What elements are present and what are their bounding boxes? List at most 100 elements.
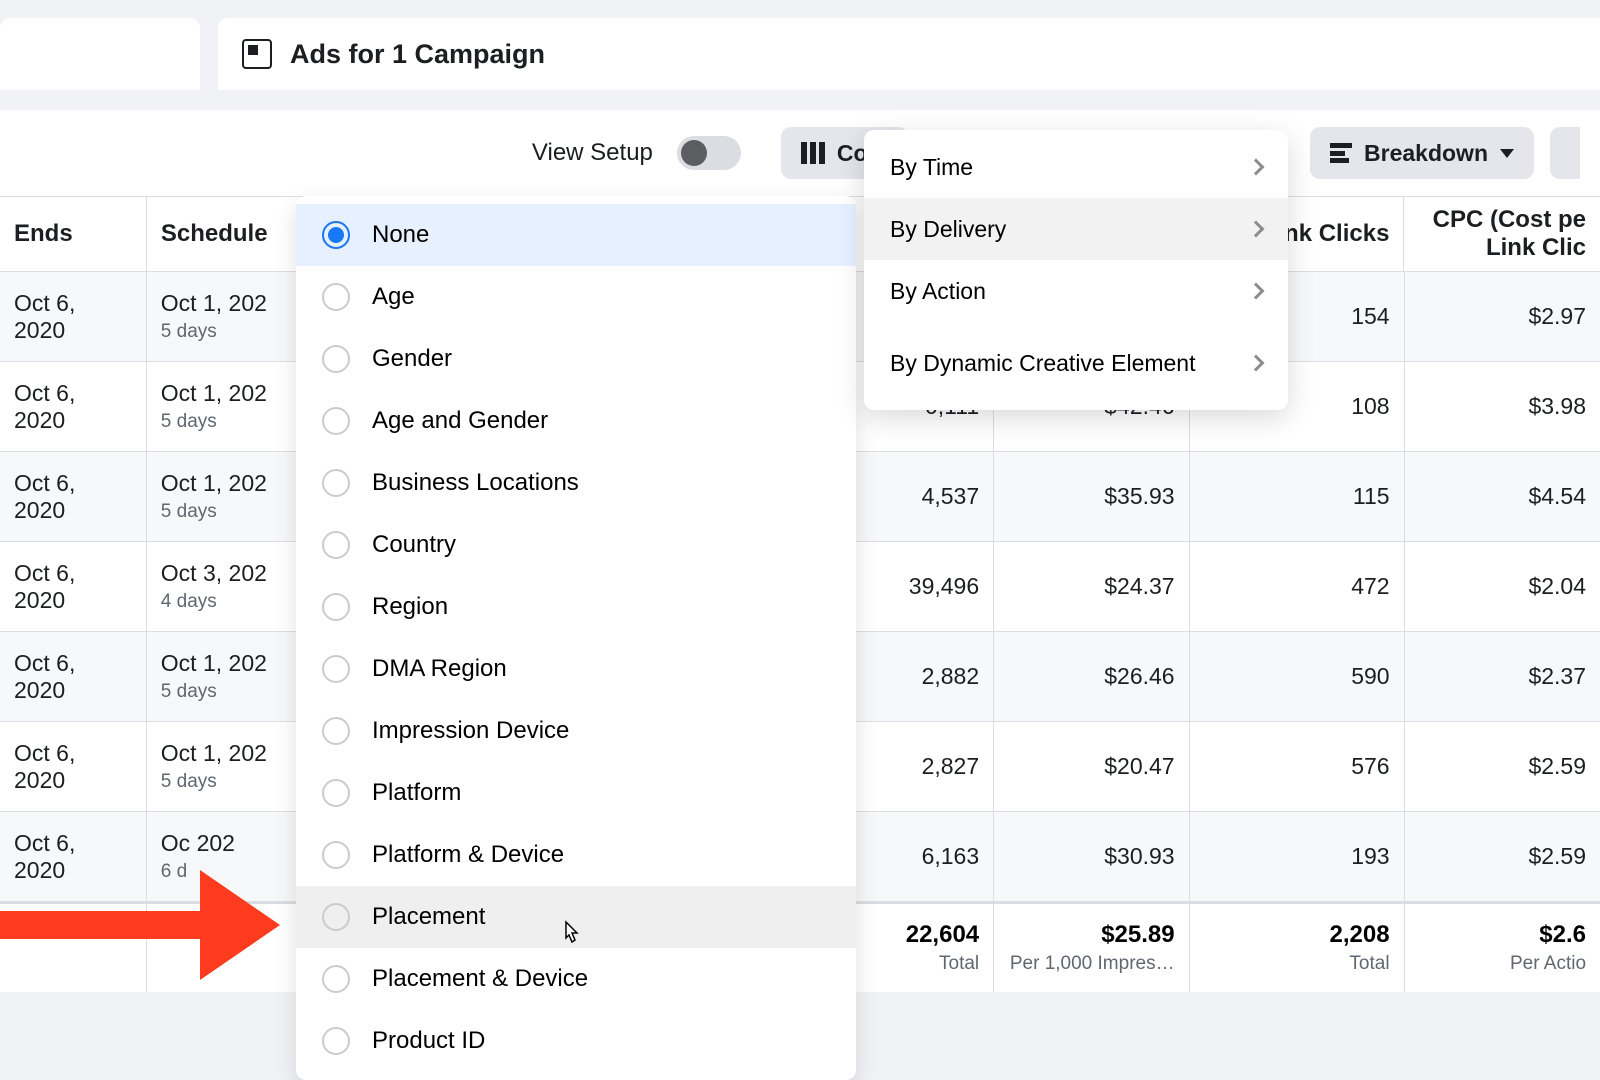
subitem-label: By Dynamic Creative Element [890, 350, 1196, 377]
breakdown-option-platform-device[interactable]: Platform & Device [296, 824, 856, 886]
breakdown-option-age-and-gender[interactable]: Age and Gender [296, 390, 856, 452]
columns-icon [801, 142, 825, 164]
cell-ends: Oct 6, 2020 [0, 632, 147, 721]
column-header-schedule[interactable]: Schedule [147, 197, 306, 271]
subitem-label: By Delivery [890, 216, 1006, 243]
cell-schedule: Oct 1, 2025 days [147, 452, 305, 541]
subitem-label: By Action [890, 278, 986, 305]
option-label: Gender [372, 345, 452, 373]
option-label: Placement [372, 903, 485, 931]
view-setup-toggle[interactable] [677, 136, 741, 170]
column-header-cpc[interactable]: CPC (Cost pe Link Clic [1404, 197, 1600, 271]
breakdown-category-by-dynamic-creative-element[interactable]: By Dynamic Creative Element [864, 322, 1288, 404]
breakdown-option-gender[interactable]: Gender [296, 328, 856, 390]
breakdown-option-placement-device[interactable]: Placement & Device [296, 948, 856, 1010]
option-label: Product ID [372, 1027, 485, 1055]
tab-placeholder[interactable] [0, 18, 200, 90]
radio-icon [322, 469, 350, 497]
radio-icon [322, 407, 350, 435]
tab-title: Ads for 1 Campaign [290, 39, 545, 70]
option-label: Region [372, 593, 448, 621]
option-label: Placement & Device [372, 965, 588, 993]
cell-schedule: Oct 1, 2025 days [147, 632, 305, 721]
footer-impressions: 22,604 [906, 921, 979, 949]
tab-ads-for-campaign[interactable]: Ads for 1 Campaign [218, 18, 1600, 90]
breakdown-option-region[interactable]: Region [296, 576, 856, 638]
cell-amount: $24.37 [994, 542, 1189, 631]
cell-cpc: $2.59 [1405, 812, 1600, 901]
option-label: Age [372, 283, 415, 311]
chevron-right-icon [1248, 355, 1265, 372]
breakdown-option-impression-device[interactable]: Impression Device [296, 700, 856, 762]
subitem-label: By Time [890, 154, 973, 181]
cell-cpc: $2.97 [1405, 272, 1600, 361]
cell-amount: $30.93 [994, 812, 1189, 901]
cell-link-clicks: 115 [1190, 452, 1405, 541]
radio-icon [322, 345, 350, 373]
cell-amount: $20.47 [994, 722, 1189, 811]
option-label: Platform & Device [372, 841, 564, 869]
footer-amount: $25.89 [1101, 921, 1174, 949]
column-header-ends[interactable]: Ends [0, 197, 147, 271]
footer-clicks-sub: Total [1349, 953, 1389, 975]
radio-icon [322, 221, 350, 249]
breakdown-menu-panel: By Time By Delivery By Action By Dynamic Cr… [864, 130, 1288, 410]
cell-amount: $35.93 [994, 452, 1189, 541]
footer-cpc: $2.6 [1539, 921, 1586, 949]
radio-icon [322, 779, 350, 807]
breakdown-option-business-locations[interactable]: Business Locations [296, 452, 856, 514]
cell-ends: Oct 6, 2020 [0, 362, 147, 451]
footer-amount-sub: Per 1,000 Impres… [1010, 953, 1175, 975]
option-label: Business Locations [372, 469, 579, 497]
cell-cpc: $2.04 [1405, 542, 1600, 631]
footer-cpc-sub: Per Actio [1510, 953, 1586, 975]
cell-schedule: Oct 1, 2025 days [147, 362, 305, 451]
cell-link-clicks: 193 [1190, 812, 1405, 901]
cell-amount: $26.46 [994, 632, 1189, 721]
radio-icon [322, 655, 350, 683]
radio-icon [322, 717, 350, 745]
footer-impressions-sub: Total [939, 953, 979, 975]
cell-cpc: $2.59 [1405, 722, 1600, 811]
breakdown-option-platform[interactable]: Platform [296, 762, 856, 824]
radio-icon [322, 283, 350, 311]
cell-link-clicks: 590 [1190, 632, 1405, 721]
option-label: None [372, 221, 429, 249]
cell-ends: Oct 6, 2020 [0, 722, 147, 811]
cell-ends: Oct 6, 2020 [0, 452, 147, 541]
option-label: Impression Device [372, 717, 569, 745]
breakdown-category-by-action[interactable]: By Action [864, 260, 1288, 322]
breakdown-option-dma-region[interactable]: DMA Region [296, 638, 856, 700]
cell-ends: Oct 6, 2020 [0, 272, 147, 361]
radio-icon [322, 593, 350, 621]
breakdown-category-by-delivery[interactable]: By Delivery [864, 198, 1288, 260]
radio-icon [322, 1027, 350, 1055]
option-label: Country [372, 531, 456, 559]
breakdown-option-product-id[interactable]: Product ID [296, 1010, 856, 1072]
radio-icon [322, 903, 350, 931]
cell-link-clicks: 576 [1190, 722, 1405, 811]
breakdown-option-age[interactable]: Age [296, 266, 856, 328]
chevron-right-icon [1248, 221, 1265, 238]
cell-cpc: $3.98 [1405, 362, 1600, 451]
cell-cpc: $4.54 [1405, 452, 1600, 541]
radio-icon [322, 531, 350, 559]
cell-schedule: Oct 1, 2025 days [147, 722, 305, 811]
chevron-down-icon [1500, 149, 1514, 158]
breakdown-icon [1330, 143, 1352, 163]
cell-cpc: $2.37 [1405, 632, 1600, 721]
breakdown-category-by-time[interactable]: By Time [864, 136, 1288, 198]
breakdown-option-none[interactable]: None [296, 204, 856, 266]
breakdown-button[interactable]: Breakdown [1310, 127, 1534, 179]
toolbar: View Setup Colu Breakdown [0, 110, 1600, 196]
option-label: Age and Gender [372, 407, 548, 435]
cell-link-clicks: 472 [1190, 542, 1405, 631]
extra-button[interactable] [1550, 127, 1580, 179]
cell-schedule: Oct 1, 2025 days [147, 272, 305, 361]
footer-clicks: 2,208 [1330, 921, 1390, 949]
cursor-icon [558, 920, 580, 952]
option-label: Platform [372, 779, 461, 807]
radio-icon [322, 965, 350, 993]
chevron-right-icon [1248, 283, 1265, 300]
breakdown-option-country[interactable]: Country [296, 514, 856, 576]
